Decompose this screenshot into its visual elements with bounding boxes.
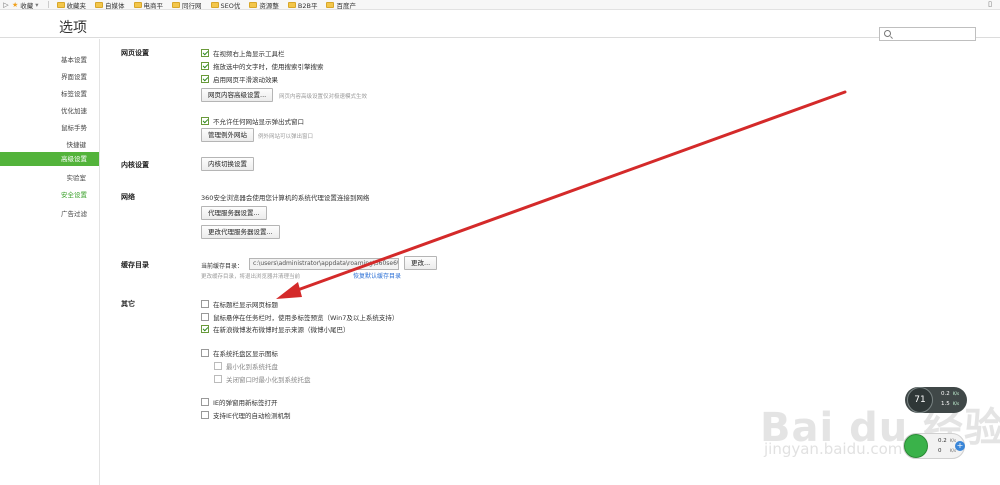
speed-percent: 71: [907, 387, 933, 413]
download-unit: K/s: [953, 401, 960, 406]
speed-ball-icon: [904, 434, 928, 458]
watermark-url: jingyan.baidu.com: [764, 440, 903, 458]
upload-speed: 0.2: [941, 391, 950, 397]
download-speed: 0: [938, 448, 942, 454]
download-speed: 1.5: [941, 401, 950, 407]
upload-unit: K/s: [953, 391, 960, 396]
plus-icon[interactable]: +: [955, 441, 965, 451]
network-speed-widget[interactable]: 71 0.2 K/s 1.5 K/s: [905, 387, 967, 413]
network-speed-widget-2[interactable]: 0.2 K/s 0 K/s +: [903, 433, 965, 459]
upload-speed: 0.2: [938, 438, 947, 444]
